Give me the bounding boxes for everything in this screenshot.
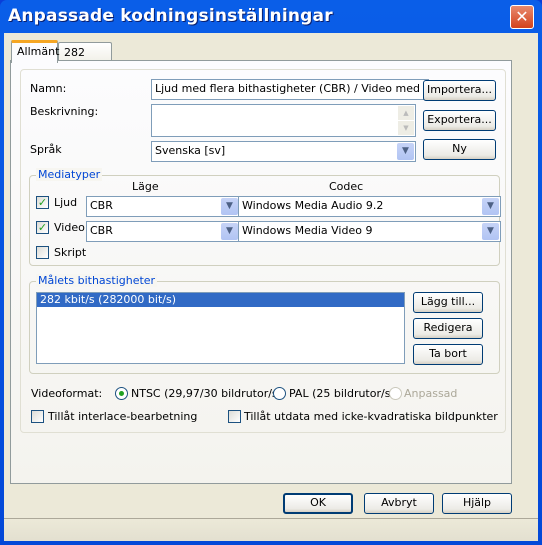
script-checkbox[interactable] xyxy=(36,246,49,259)
custom-radio xyxy=(389,387,402,400)
audio-checkbox[interactable]: ✓ xyxy=(36,196,49,209)
language-value: Svenska [sv] xyxy=(155,144,226,157)
scroll-down-icon[interactable]: ▼ xyxy=(398,121,414,135)
script-label: Skript xyxy=(54,246,87,259)
description-input[interactable]: ▲ ▼ xyxy=(151,104,416,137)
add-button[interactable]: Lägg till... xyxy=(413,292,483,313)
video-mode-select[interactable]: CBR ▼ xyxy=(86,221,240,242)
export-button[interactable]: Exportera... xyxy=(423,110,496,131)
chevron-down-icon[interactable]: ▼ xyxy=(482,198,499,215)
help-button[interactable]: Hjälp xyxy=(442,493,512,514)
cancel-button[interactable]: Avbryt xyxy=(364,493,434,514)
pal-radio[interactable] xyxy=(273,387,286,400)
chevron-down-icon[interactable]: ▼ xyxy=(221,198,238,215)
media-types-legend: Mediatyper xyxy=(36,168,103,181)
audio-codec-select[interactable]: Windows Media Audio 9.2 ▼ xyxy=(238,196,501,217)
close-button[interactable]: ✕ xyxy=(510,5,534,29)
ok-button[interactable]: OK xyxy=(283,493,353,514)
audio-codec-value: Windows Media Audio 9.2 xyxy=(242,199,384,212)
remove-button[interactable]: Ta bort xyxy=(413,344,483,365)
language-label: Språk xyxy=(30,143,62,156)
ntsc-radio[interactable] xyxy=(115,387,128,400)
ntsc-label: NTSC (29,97/30 bildrutor/s) xyxy=(131,387,282,400)
interlace-checkbox[interactable] xyxy=(31,410,44,423)
custom-label: Anpassad xyxy=(404,387,458,400)
nonsquare-label: Tillåt utdata med icke-kvadratiska bildp… xyxy=(244,410,498,423)
video-codec-select[interactable]: Windows Media Video 9 ▼ xyxy=(238,221,501,242)
bitrates-legend: Målets bithastigheter xyxy=(36,274,158,287)
dialog-client: Allmänt 282 kbit/s Namn: Ljud med flera … xyxy=(4,33,538,541)
audio-label: Ljud xyxy=(54,196,78,209)
name-input[interactable]: Ljud med flera bithastigheter (CBR) / Vi… xyxy=(151,79,429,100)
language-select[interactable]: Svenska [sv] ▼ xyxy=(151,141,416,162)
video-format-label: Videoformat: xyxy=(31,387,103,400)
audio-mode-value: CBR xyxy=(90,199,113,212)
status-bar xyxy=(4,518,538,541)
mode-header: Läge xyxy=(132,180,159,193)
audio-mode-select[interactable]: CBR ▼ xyxy=(86,196,240,217)
video-checkbox[interactable]: ✓ xyxy=(36,221,49,234)
scroll-up-icon[interactable]: ▲ xyxy=(398,106,414,120)
codec-header: Codec xyxy=(329,180,364,193)
pal-label: PAL (25 bildrutor/s) xyxy=(289,387,395,400)
chevron-down-icon[interactable]: ▼ xyxy=(221,223,238,240)
video-mode-value: CBR xyxy=(90,224,113,237)
dialog-window: Anpassade kodningsinställningar ✕ Allmän… xyxy=(0,0,542,545)
name-label: Namn: xyxy=(30,82,67,95)
list-item[interactable]: 282 kbit/s (282000 bit/s) xyxy=(37,293,404,307)
video-label: Video xyxy=(54,221,85,234)
import-button[interactable]: Importera... xyxy=(423,80,496,101)
edit-button[interactable]: Redigera xyxy=(413,318,483,339)
description-label: Beskrivning: xyxy=(30,105,99,118)
video-codec-value: Windows Media Video 9 xyxy=(242,224,373,237)
interlace-label: Tillåt interlace-bearbetning xyxy=(48,410,198,423)
new-button[interactable]: Ny xyxy=(423,139,496,160)
chevron-down-icon[interactable]: ▼ xyxy=(482,223,499,240)
chevron-down-icon[interactable]: ▼ xyxy=(397,143,414,160)
bitrate-list[interactable]: 282 kbit/s (282000 bit/s) xyxy=(36,292,405,364)
nonsquare-checkbox[interactable] xyxy=(228,410,241,423)
window-title: Anpassade kodningsinställningar xyxy=(8,6,333,26)
tab-general[interactable]: Allmänt xyxy=(11,40,59,63)
